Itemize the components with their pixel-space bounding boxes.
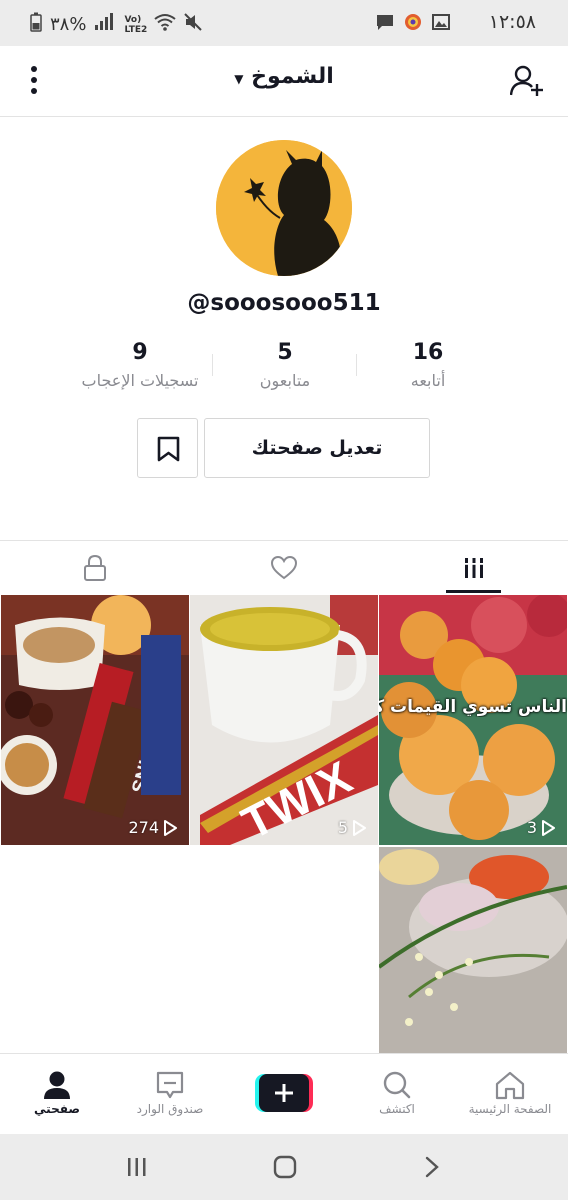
battery-percent: %٣٨ [50,14,87,35]
video-thumbnail[interactable]: TWIX 5 [190,595,378,845]
likes-label: تسجيلات الإعجاب [81,371,199,390]
username: @sooosooo511 [187,290,381,316]
followers-label: متابعون [259,371,311,390]
profile-icon [44,1071,70,1099]
nav-profile-label: صفحتي [34,1102,80,1116]
video-thumbnail[interactable] [379,847,567,1053]
app-icon [404,13,422,35]
video-caption: الناس تسوي القيمات كذا [379,697,567,717]
account-switcher[interactable]: الشموخ ▼ [0,64,568,89]
search-icon [383,1071,411,1099]
nav-discover[interactable]: اكتشف [342,1068,452,1116]
views-value: 3 [526,818,537,837]
inbox-icon [156,1071,184,1099]
system-nav-bar [0,1134,568,1200]
notification-icons [376,13,450,35]
bookmark-icon [157,436,180,462]
tab-videos[interactable] [379,541,568,595]
nav-inbox[interactable]: صندوق الوارد [115,1068,225,1116]
wifi-icon [154,13,177,36]
likes-stat[interactable]: 9 تسجيلات الإعجاب [65,340,215,390]
tab-liked[interactable] [189,541,378,595]
top-nav: الشموخ ▼ [0,46,568,117]
battery-icon [30,12,42,37]
thumbnail-image: SNICKERS [1,595,189,845]
video-thumbnail[interactable]: SNICKERS 274 [1,595,189,845]
thumbnail-image [379,847,567,1053]
mute-icon [184,13,203,36]
active-tab-indicator [446,590,501,593]
lock-icon [83,554,106,581]
bottom-nav: الصفحة الرئيسية اكتشف صندوق الوارد صفحتي [0,1053,568,1134]
clock: ١٢:٥٨ [488,11,536,33]
status-bar: %٣٨ Vo) LTE2 ١٢:٥٨ [0,0,568,46]
play-icon [353,819,366,836]
play-icon [164,819,177,836]
views-value: 5 [337,818,348,837]
tab-private[interactable] [0,541,189,595]
create-button[interactable] [255,1074,313,1112]
thumbnail-image: TWIX [190,595,378,845]
following-label: أتابعه [410,371,446,390]
grid-icon [463,558,484,578]
account-name: الشموخ [251,64,334,89]
thumbnail-image [379,595,567,845]
nav-home[interactable]: الصفحة الرئيسية [455,1068,565,1116]
nav-inbox-label: صندوق الوارد [136,1102,204,1116]
view-count: 5 [338,818,366,837]
video-thumbnail[interactable]: الناس تسوي القيمات كذا 3 [379,595,567,845]
following-stat[interactable]: 16 أتابعه [353,340,503,390]
followers-stat[interactable]: 5 متابعون [210,340,360,390]
views-value: 274 [128,818,159,837]
followers-count: 5 [277,340,293,365]
network-label: Vo) LTE2 [124,14,148,35]
back-icon[interactable] [424,1156,440,1182]
content-tabs [0,540,568,595]
favorites-button[interactable] [137,418,198,478]
image-icon [432,13,450,35]
nav-profile[interactable]: صفحتي [2,1068,112,1116]
plus-icon [255,1074,313,1112]
view-count: 3 [527,818,555,837]
home-button-icon[interactable] [273,1155,297,1183]
likes-count: 9 [132,340,148,365]
signal-icon [94,13,116,36]
edit-profile-button[interactable]: تعديل صفحتك [204,418,430,478]
heart-icon [270,555,297,580]
add-user-icon[interactable] [509,64,544,98]
caret-down-icon: ▼ [234,72,244,86]
nav-discover-label: اكتشف [379,1102,415,1116]
view-count: 274 [128,818,177,837]
home-icon [495,1071,525,1100]
nav-home-label: الصفحة الرئيسية [468,1102,552,1116]
message-icon [376,13,394,35]
avatar[interactable] [216,140,352,276]
play-icon [542,819,555,836]
status-left: %٣٨ Vo) LTE2 [30,12,203,37]
recent-apps-icon[interactable] [126,1156,148,1182]
following-count: 16 [412,340,444,365]
